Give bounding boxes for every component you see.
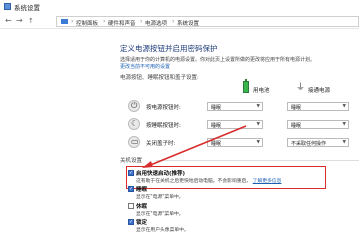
page-description: 选择适用于你的计算机的电源设置。你对此页上设置所做的更改将应用于所有电源计划。: [120, 57, 316, 63]
breadcrumb-item[interactable]: 硬件和声音: [108, 19, 136, 27]
chevron-down-icon: ▼: [342, 140, 346, 145]
select-value: 不采取任何操作: [291, 141, 327, 147]
chevron-down-icon: ▼: [256, 140, 260, 145]
lock-checkbox[interactable]: ✓: [128, 219, 134, 225]
column-header-battery: 用电池: [253, 88, 270, 94]
lid-battery-select[interactable]: 睡眠 ▼: [207, 138, 263, 147]
select-value: 睡眠: [211, 105, 222, 111]
page-title: 定义电源按钮并启用密码保护: [120, 44, 218, 53]
fast-startup-checkbox[interactable]: ✓: [128, 170, 134, 176]
change-settings-link[interactable]: 更改当前不可用的设置: [120, 63, 170, 70]
hibernate-label: 休眠: [136, 204, 148, 210]
select-value: 睡眠: [291, 105, 302, 111]
back-arrow-icon[interactable]: ←: [5, 17, 12, 25]
folder-icon: [61, 19, 68, 24]
battery-icon: [243, 79, 249, 93]
divider: [156, 160, 359, 161]
chevron-down-icon: ▼: [342, 122, 346, 127]
hibernate-checkbox[interactable]: [128, 203, 134, 209]
sleep-label: 睡眠: [136, 187, 148, 193]
lock-label: 锁定: [136, 220, 148, 226]
sleep-button-plugged-select[interactable]: 睡眠 ▼: [287, 120, 349, 129]
select-value: 睡眠: [211, 123, 222, 129]
select-value: 睡眠: [211, 141, 222, 147]
fast-startup-description-text: 这有助于在关机之后更快地启动电脑。不会影响重启。: [136, 179, 252, 184]
breadcrumb-separator: ›: [140, 18, 143, 25]
column-header-plugged: 接通电源: [308, 88, 331, 94]
breadcrumb-item[interactable]: 控制面板: [76, 19, 98, 27]
row-label: 关闭盖子时:: [146, 141, 176, 147]
up-arrow-icon[interactable]: ↑: [28, 17, 34, 25]
window-title: 系统设置: [14, 4, 40, 12]
power-button-plugged-select[interactable]: 睡眠 ▼: [287, 102, 349, 111]
plug-icon: ⏚: [296, 83, 306, 93]
hibernate-description: 显示在"电源"菜单中。: [136, 212, 184, 217]
title-bar: 系统设置: [0, 0, 359, 14]
forward-arrow-icon[interactable]: →: [16, 17, 23, 25]
laptop-lid-icon: ▭: [128, 136, 140, 148]
sleep-button-battery-select[interactable]: 睡眠 ▼: [207, 120, 263, 129]
lock-description: 显示在用户头像菜单中。: [136, 228, 189, 233]
power-button-icon: ⏻: [128, 100, 140, 112]
breadcrumb[interactable]: [56, 16, 359, 27]
sleep-button-icon: ☾: [128, 118, 140, 130]
breadcrumb-separator: ›: [103, 18, 106, 25]
address-bar: ← → ↑ › 控制面板 › 硬件和声音 › 电源选项 › 系统设置: [0, 14, 359, 29]
breadcrumb-item[interactable]: 电源选项: [145, 19, 167, 27]
breadcrumb-separator: ›: [172, 18, 175, 25]
section-label: 电源按钮、睡眠按钮和盖子设置:: [120, 75, 199, 81]
fast-startup-label: 启用快速启动(推荐): [136, 171, 186, 177]
sleep-description: 显示在"电源"菜单中。: [136, 195, 184, 200]
row-label: 按睡眠按钮时:: [146, 123, 181, 129]
chevron-down-icon: ▼: [256, 104, 260, 109]
breadcrumb-item[interactable]: 系统设置: [177, 19, 199, 27]
shutdown-settings-header: 关机设置: [120, 158, 143, 164]
power-button-battery-select[interactable]: 睡眠 ▼: [207, 102, 263, 111]
row-label: 按电源按钮时:: [146, 105, 181, 111]
control-panel-icon: [4, 3, 11, 10]
breadcrumb-separator: ›: [71, 18, 74, 25]
learn-more-link[interactable]: 了解更多信息: [253, 179, 282, 184]
sleep-checkbox[interactable]: ✓: [128, 186, 134, 192]
chevron-down-icon: ▼: [342, 104, 346, 109]
select-value: 睡眠: [291, 123, 302, 129]
lid-plugged-select[interactable]: 不采取任何操作 ▼: [287, 138, 349, 147]
chevron-down-icon: ▼: [256, 122, 260, 127]
fast-startup-description: 这有助于在关机之后更快地启动电脑。不会影响重启。 了解更多信息: [136, 177, 281, 184]
